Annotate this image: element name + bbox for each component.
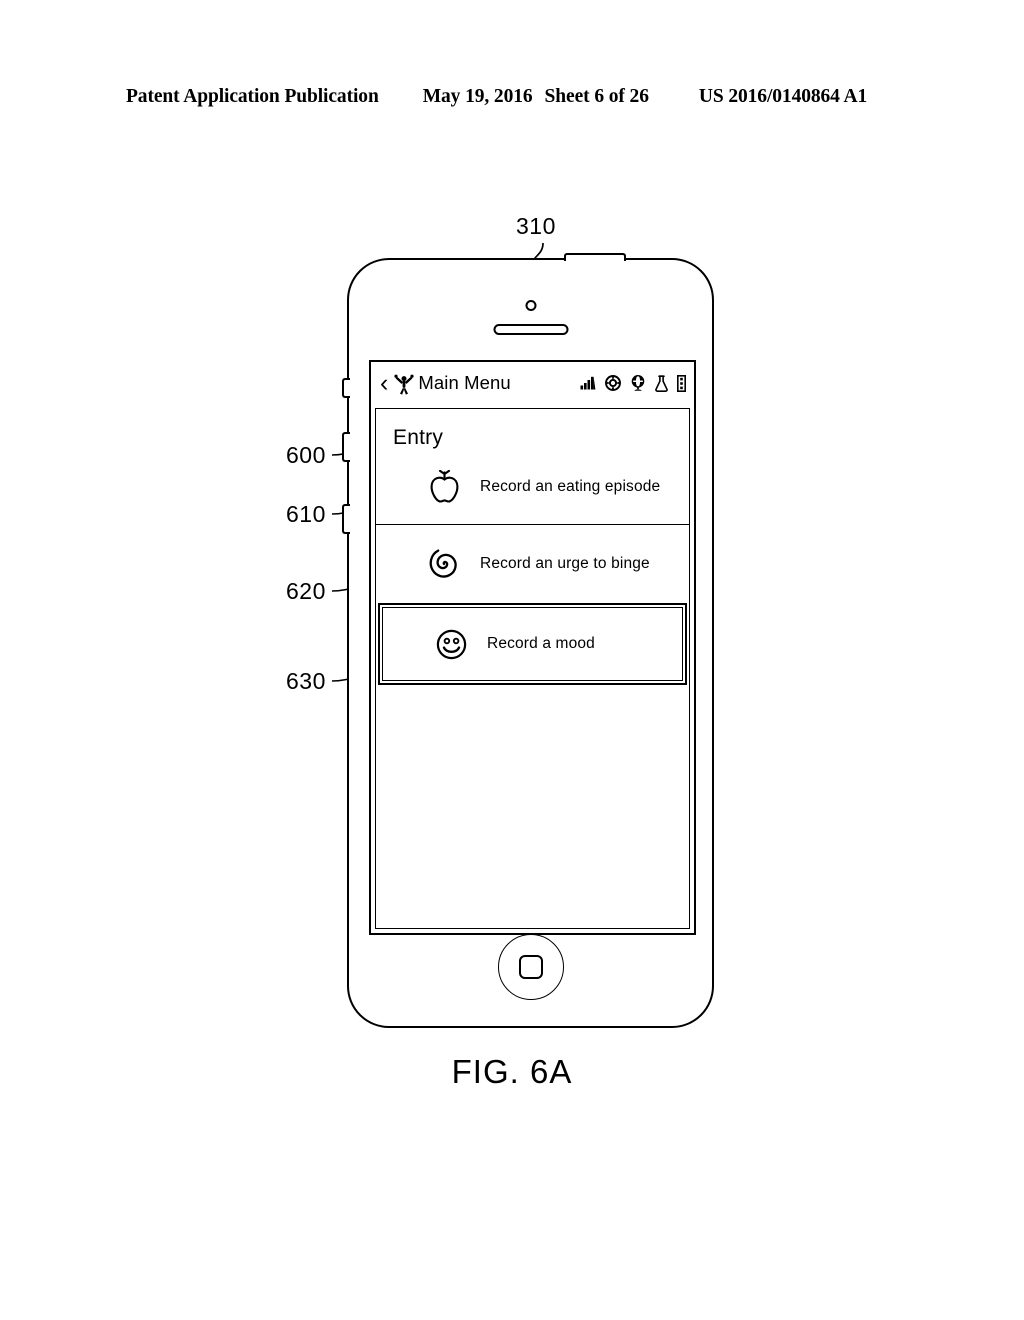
signal-bars-icon[interactable]: [580, 376, 596, 390]
app-navigation-bar: ‹ Main Menu: [371, 362, 694, 404]
spiral-icon: [418, 548, 470, 580]
record-mood-row[interactable]: Record a mood: [383, 608, 682, 680]
flask-icon[interactable]: [655, 374, 668, 392]
chevron-left-icon[interactable]: ‹: [380, 370, 388, 396]
home-button[interactable]: [497, 934, 564, 1000]
volume-down-button[interactable]: [342, 504, 350, 534]
record-urge-to-binge-row[interactable]: Record an urge to binge: [376, 525, 689, 603]
earpiece-speaker: [493, 324, 568, 335]
front-camera-icon: [525, 300, 536, 311]
apple-icon: [418, 470, 470, 504]
record-eating-episode-label: Record an eating episode: [480, 478, 661, 495]
sheet-number: Sheet 6 of 26: [544, 86, 649, 107]
publication-date: May 19, 2016: [422, 86, 533, 107]
patent-publication-header: Patent Application Publication May 19, 2…: [126, 86, 898, 108]
record-mood-row-inner-border: Record a mood: [382, 607, 683, 681]
menu-content-frame: Entry Record an eating episode Record an…: [375, 408, 690, 929]
smartphone-device: ‹ Main Menu Entry Record an eating episo…: [342, 253, 714, 1028]
lifebuoy-icon[interactable]: [605, 375, 621, 391]
figure-caption: FIG. 6A: [451, 1053, 573, 1090]
record-mood-label: Record a mood: [487, 635, 595, 652]
publication-title: Patent Application Publication: [126, 86, 379, 107]
record-urge-to-binge-label: Record an urge to binge: [480, 555, 650, 572]
overflow-menu-icon[interactable]: [677, 374, 686, 392]
volume-up-button[interactable]: [342, 432, 350, 462]
reference-numeral-620: 620: [286, 578, 326, 604]
entry-section-header: Entry: [393, 426, 444, 449]
smiley-face-icon: [425, 629, 477, 660]
reference-numeral-630: 630: [286, 668, 326, 694]
reference-numeral-310: 310: [516, 213, 556, 239]
globe-icon[interactable]: [630, 374, 646, 392]
screen-title: Main Menu: [418, 372, 511, 393]
phone-screen: ‹ Main Menu Entry Record an eating episo…: [369, 360, 696, 935]
record-mood-row-selected[interactable]: Record a mood: [378, 603, 687, 685]
publication-number: US 2016/0140864 A1: [698, 86, 868, 107]
record-eating-episode-row[interactable]: Record an eating episode: [376, 450, 689, 525]
power-button[interactable]: [564, 253, 626, 261]
person-arms-raised-icon: [394, 374, 414, 395]
navbar-icon-group: [580, 374, 686, 392]
silent-switch[interactable]: [342, 378, 350, 398]
reference-numeral-600: 600: [286, 442, 326, 468]
home-button-square-icon: [518, 955, 543, 979]
reference-numeral-610: 610: [286, 501, 326, 527]
